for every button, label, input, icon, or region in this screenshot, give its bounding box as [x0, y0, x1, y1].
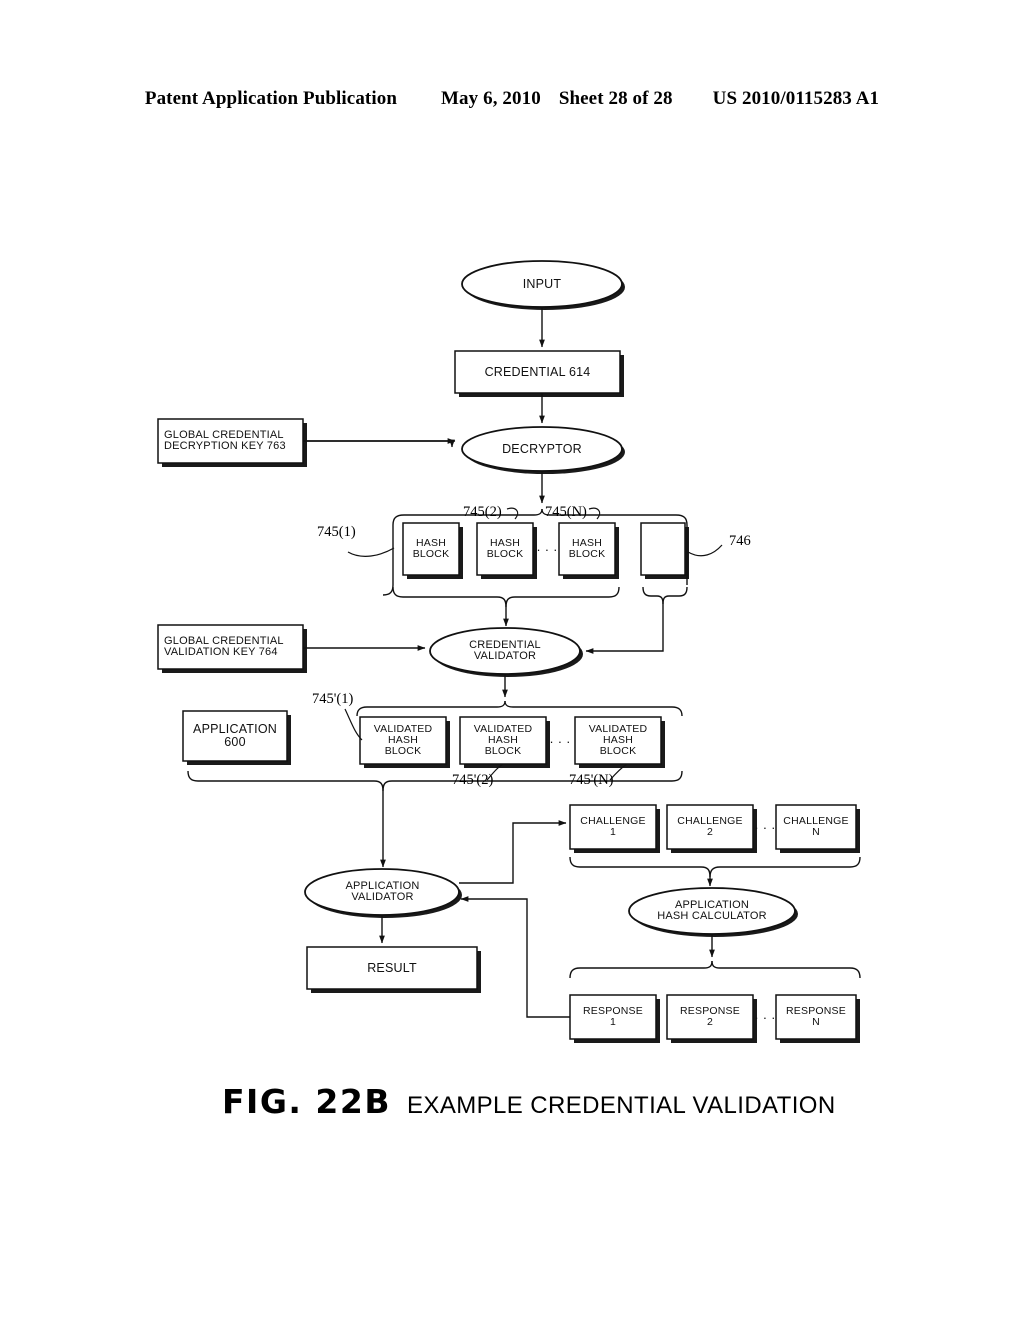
figure-number: FIG. 22B	[222, 1082, 392, 1121]
figure-title: EXAMPLE CREDENTIAL VALIDATION	[407, 1092, 836, 1119]
figure-22b-diagram: INPUT CREDENTIAL 614 GLOBAL CREDENTIAL D…	[0, 0, 1024, 1320]
figure-caption: FIG. 22B EXAMPLE CREDENTIAL VALIDATION	[222, 1082, 836, 1121]
diagram-vector-layer	[157, 260, 861, 1043]
